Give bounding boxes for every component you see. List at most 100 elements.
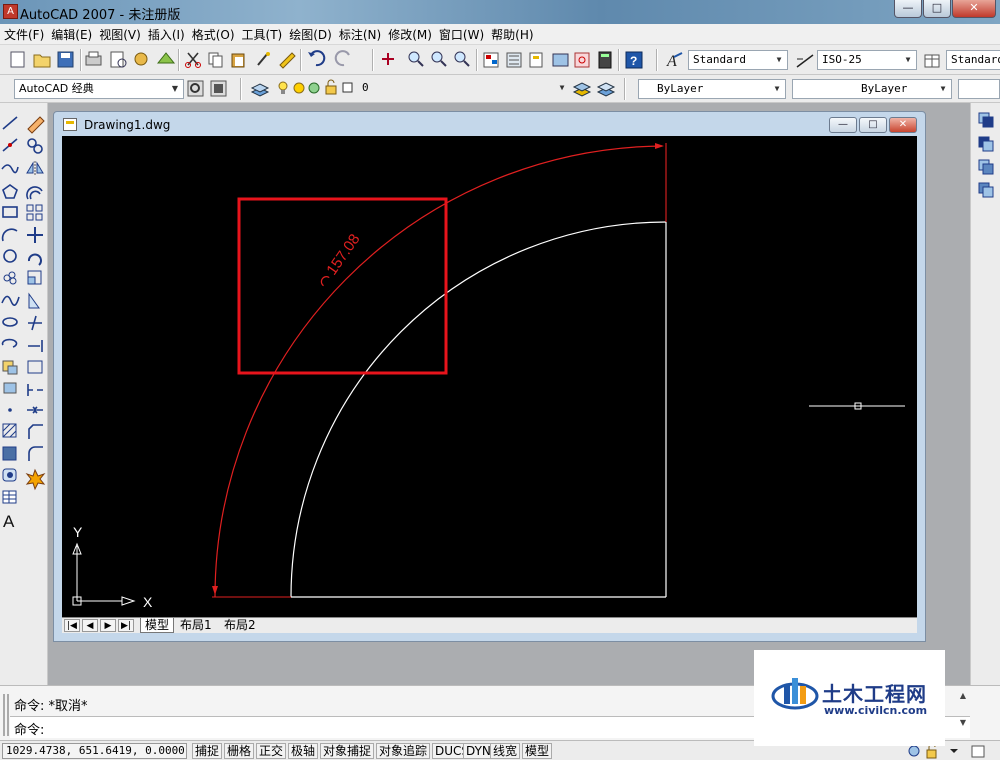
next-tab-button[interactable]: ▶ [100, 619, 116, 632]
zoom-window-icon[interactable] [431, 51, 447, 67]
markup-set-manager-icon[interactable] [574, 52, 590, 68]
snap-toggle[interactable]: 捕捉 [192, 743, 223, 759]
toolbar-lock-icon[interactable] [926, 743, 937, 759]
break-tool-icon[interactable] [27, 384, 43, 396]
lineweight-toggle[interactable]: 线宽 [490, 743, 521, 759]
redo-icon[interactable] [334, 50, 350, 67]
break-at-point-icon[interactable] [27, 360, 43, 374]
last-tab-button[interactable]: ▶| [118, 619, 134, 632]
gradient-tool-icon[interactable] [2, 446, 17, 461]
join-tool-icon[interactable] [27, 406, 43, 414]
ellipse-arc-icon[interactable] [1, 338, 18, 348]
sheet-set-manager-icon[interactable] [552, 53, 569, 67]
offset-tool-icon[interactable] [26, 186, 43, 200]
bring-above-icon[interactable] [978, 159, 994, 175]
drawing-close-button[interactable]: ✕ [889, 117, 917, 133]
line-tool-icon[interactable] [2, 116, 18, 130]
make-block-icon[interactable] [3, 382, 17, 394]
spline-tool-icon[interactable] [1, 295, 20, 306]
previous-tab-button[interactable]: ◀ [82, 619, 98, 632]
draw-order-back-icon[interactable] [978, 136, 994, 152]
tab-layout1[interactable]: 布局1 [176, 618, 216, 633]
explode-tool-icon[interactable] [25, 468, 46, 491]
move-tool-icon[interactable] [27, 227, 43, 243]
layer-lock-icon[interactable] [325, 79, 337, 95]
menu-draw[interactable]: 绘图(D) [289, 26, 339, 43]
osnap-toggle[interactable]: 对象捕捉 [320, 743, 375, 759]
construction-line-icon[interactable] [2, 138, 18, 152]
ellipse-tool-icon[interactable] [2, 317, 18, 327]
polyline-tool-icon[interactable] [1, 164, 19, 174]
rotate-tool-icon[interactable] [28, 253, 42, 266]
mirror-tool-icon[interactable] [26, 161, 44, 175]
chamfer-tool-icon[interactable] [28, 424, 43, 439]
copy-object-icon[interactable] [27, 138, 43, 154]
open-file-icon[interactable] [33, 54, 51, 68]
layer-manager-icon[interactable] [250, 83, 270, 97]
quickcalc-icon[interactable] [598, 51, 612, 69]
text-style-dropdown[interactable]: Standard ▼ [688, 50, 788, 70]
menu-view[interactable]: 视图(V) [99, 26, 148, 43]
color-dropdown[interactable]: ByLayer ▼ [638, 79, 786, 99]
revision-cloud-icon[interactable] [3, 271, 17, 285]
properties-icon[interactable] [483, 52, 499, 68]
drawing-minimize-button[interactable]: — [829, 117, 857, 133]
zoom-realtime-icon[interactable] [408, 51, 424, 67]
help-icon[interactable]: ? [625, 51, 643, 69]
menu-format[interactable]: 格式(O) [192, 26, 242, 43]
ortho-toggle[interactable]: 正交 [256, 743, 287, 759]
layer-dropdown[interactable]: 0 ▼ [358, 79, 570, 99]
otrack-toggle[interactable]: 对象追踪 [376, 743, 431, 759]
polar-toggle[interactable]: 极轴 [288, 743, 319, 759]
model-toggle[interactable]: 模型 [522, 743, 553, 759]
circle-tool-icon[interactable] [3, 249, 17, 263]
plot-preview-icon[interactable] [110, 51, 127, 68]
workspace-settings-icon[interactable] [187, 80, 204, 97]
dim-style-dropdown[interactable]: ISO-25 ▼ [817, 50, 917, 70]
layer-viewport-icon[interactable] [308, 82, 320, 94]
draw-order-front-icon[interactable] [978, 112, 994, 128]
layer-previous-icon[interactable] [596, 82, 616, 97]
grid-toggle[interactable]: 栅格 [224, 743, 255, 759]
cut-icon[interactable] [185, 52, 201, 68]
undo-icon[interactable] [308, 50, 326, 67]
tab-layout2[interactable]: 布局2 [220, 618, 260, 633]
polygon-tool-icon[interactable] [2, 184, 18, 199]
stretch-tool-icon[interactable] [28, 292, 40, 309]
layer-thaw-sun-icon[interactable] [293, 82, 305, 94]
print-icon[interactable] [85, 51, 102, 66]
menu-file[interactable]: 文件(F) [4, 26, 51, 43]
point-tool-icon[interactable] [8, 408, 12, 412]
trim-tool-icon[interactable] [28, 315, 42, 331]
hatch-tool-icon[interactable] [2, 423, 17, 438]
block-editor-icon[interactable] [279, 52, 296, 69]
command-scrollbar[interactable]: ▲ ▼ [956, 691, 970, 737]
model-space-canvas[interactable]: 157.08 Y X [62, 136, 917, 617]
3d-dwf-icon[interactable] [156, 52, 176, 64]
tab-model[interactable]: 模型 [140, 618, 175, 633]
fillet-tool-icon[interactable] [28, 446, 43, 461]
command-window-grip[interactable] [3, 694, 9, 736]
pan-realtime-icon[interactable] [382, 53, 394, 65]
erase-tool-icon[interactable] [27, 116, 45, 134]
arc-tool-icon[interactable] [1, 228, 18, 242]
menu-help[interactable]: 帮助(H) [491, 26, 540, 43]
tool-palettes-icon[interactable] [529, 52, 543, 68]
region-tool-icon[interactable] [2, 468, 17, 482]
scale-tool-icon[interactable] [27, 270, 42, 285]
drawing-restore-button[interactable]: □ [859, 117, 887, 133]
insert-block-icon[interactable] [2, 360, 18, 375]
match-properties-icon[interactable] [257, 52, 270, 66]
copy-icon[interactable] [208, 52, 223, 68]
extend-tool-icon[interactable] [28, 340, 43, 352]
first-tab-button[interactable]: |◀ [64, 619, 80, 632]
layer-on-bulb-icon[interactable] [278, 81, 288, 94]
save-icon[interactable] [57, 51, 74, 68]
my-workspace-icon[interactable] [210, 80, 227, 97]
new-file-icon[interactable] [10, 51, 25, 68]
array-tool-icon[interactable] [26, 204, 43, 221]
zoom-previous-icon[interactable] [454, 51, 470, 67]
linetype-dropdown[interactable]: ByLayer ▼ [792, 79, 952, 99]
publish-icon[interactable] [134, 52, 148, 66]
menu-dimension[interactable]: 标注(N) [339, 26, 388, 43]
